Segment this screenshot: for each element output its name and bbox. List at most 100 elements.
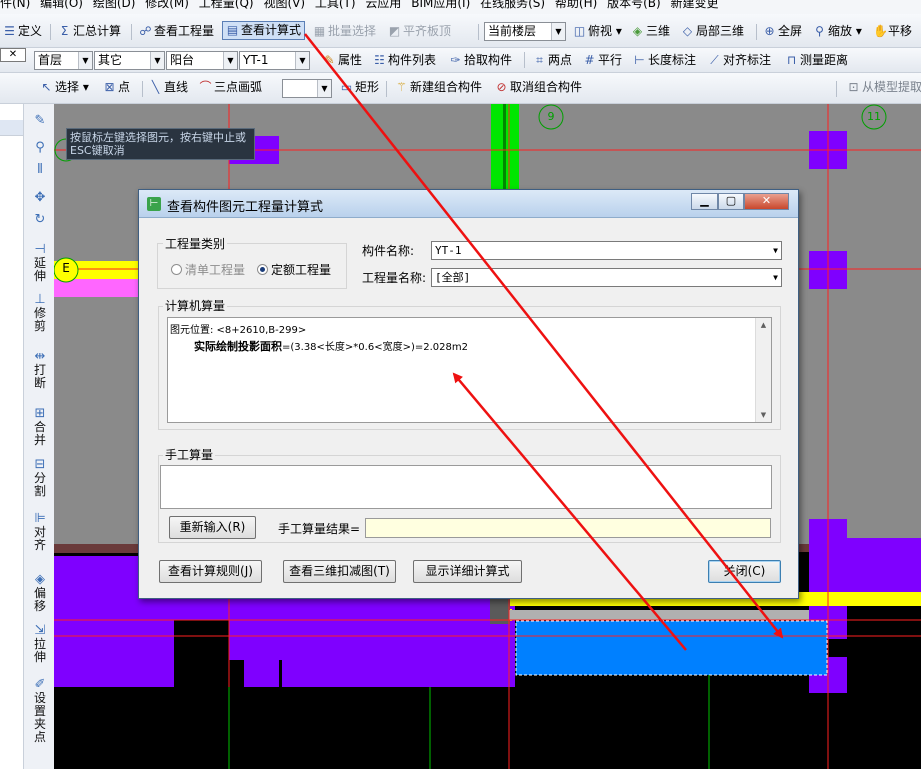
- floor-combo[interactable]: 当前楼层 ▼: [484, 22, 566, 41]
- manual-result-field[interactable]: [365, 518, 771, 538]
- view-rules-button[interactable]: 查看计算规则(J): [159, 560, 262, 583]
- left-tool-6[interactable]: ⊥ 修剪: [28, 293, 52, 333]
- batch-select-button[interactable]: ▦ 批量选择: [310, 22, 379, 41]
- arc3-button[interactable]: ⌒ 三点画弧: [196, 78, 265, 97]
- show-detail-button[interactable]: 显示详细计算式: [413, 560, 522, 583]
- menu-edit[interactable]: 编辑(O): [40, 0, 83, 10]
- category-select[interactable]: 其它 ▼: [94, 51, 165, 70]
- local-3d-button[interactable]: ◇ 局部三维: [678, 22, 747, 41]
- view-3d-deduct-button[interactable]: 查看三维扣减图(T): [283, 560, 396, 583]
- measure-label: 测量距离: [800, 53, 849, 67]
- left-tool-9[interactable]: ⊟ 分割: [28, 458, 52, 498]
- zoom-button[interactable]: ⚲ 缩放 ▾: [810, 22, 865, 41]
- arc-mode-select[interactable]: ▼: [282, 79, 332, 98]
- scrollbar[interactable]: ▲ ▼: [755, 318, 771, 422]
- close-window-button[interactable]: ✕: [744, 193, 789, 210]
- radio-quota-quantity[interactable]: 定额工程量: [257, 261, 331, 278]
- new-group-icon: ⚚: [396, 80, 407, 94]
- type-select[interactable]: 阳台 ▼: [166, 51, 238, 70]
- menu-version[interactable]: 版本号(B): [607, 0, 661, 10]
- view-formula-button[interactable]: ▤ 查看计算式: [222, 21, 306, 40]
- new-group-button[interactable]: ⚚ 新建组合构件: [392, 78, 485, 97]
- line-icon: ╲: [151, 80, 160, 94]
- line-button[interactable]: ╲ 直线: [146, 78, 191, 97]
- extract-model-button[interactable]: ⊡ 从模型提取: [844, 78, 921, 97]
- left-tool-10[interactable]: ⊫ 对齐: [28, 512, 52, 552]
- eyedropper-icon: ✑: [450, 53, 461, 67]
- left-tool-2[interactable]: ⫴: [28, 163, 52, 177]
- align-dim-button[interactable]: ⟋ 对齐标注: [705, 51, 774, 70]
- member-name-combo[interactable]: YT-1 ▼: [431, 241, 782, 260]
- menu-bim[interactable]: BIM应用(I): [411, 0, 470, 10]
- member-select[interactable]: YT-1 ▼: [239, 51, 310, 70]
- top-view-button[interactable]: ◫ 俯视 ▾: [570, 22, 625, 41]
- left-tool-8[interactable]: ⊞ 合并: [28, 407, 52, 447]
- pick-member-button[interactable]: ✑ 拾取构件: [446, 51, 515, 70]
- point-button[interactable]: ⊠ 点: [100, 78, 133, 97]
- left-tool-3[interactable]: ✥: [28, 191, 52, 205]
- view-3d-label: 三维: [646, 24, 671, 38]
- align-slab-button[interactable]: ◩ 平齐板顶: [385, 22, 454, 41]
- menu-tools[interactable]: 工具(T): [315, 0, 356, 10]
- left-tool-5[interactable]: ⊣ 延伸: [28, 243, 52, 283]
- menu-file[interactable]: 件(N): [0, 0, 30, 10]
- menu-modify[interactable]: 修改(M): [145, 0, 189, 10]
- parallel-button[interactable]: # 平行: [580, 51, 625, 70]
- properties-icon: ✎: [324, 53, 335, 67]
- computer-calc-textbox[interactable]: 图元位置: <8+2610,B-299> 实际绘制投影面积=(3.38<长度>*…: [167, 317, 772, 423]
- scroll-up-icon[interactable]: ▲: [756, 318, 771, 332]
- menu-help[interactable]: 帮助(H): [555, 0, 597, 10]
- left-tool-13[interactable]: ✐ 设置夹点: [28, 678, 52, 744]
- sum-button[interactable]: Σ 汇总计算: [55, 22, 124, 41]
- close-button[interactable]: 关闭(C): [708, 560, 781, 583]
- left-tool-label: 分割: [33, 471, 46, 498]
- toolbar-main: ☰ 定义 Σ 汇总计算 ☍ 查看工程量 ▤ 查看计算式 ▦ 批量选择 ◩ 平齐板顶 当前楼层…: [0, 14, 921, 48]
- left-tool-12[interactable]: ⇲ 拉伸: [28, 624, 52, 664]
- left-tool-0[interactable]: ✎: [28, 114, 52, 128]
- calc-formula-expr: =(3.38<长度>*0.6<宽度>)=2.028m2: [282, 342, 468, 353]
- member-list-button[interactable]: ☷ 构件列表: [370, 51, 439, 70]
- properties-button[interactable]: ✎ 属性: [320, 51, 365, 70]
- minimize-button[interactable]: ▁: [691, 193, 718, 210]
- menu-new-change[interactable]: 新建变更: [671, 0, 719, 10]
- two-points-button[interactable]: ⌗ 两点: [530, 51, 575, 70]
- view-3d-button[interactable]: ◈ 三维: [628, 22, 673, 41]
- axis-11-label: 11: [867, 110, 881, 123]
- menu-online[interactable]: 在线服务(S): [480, 0, 545, 10]
- zoom-label: 缩放: [828, 24, 853, 38]
- view-quantity-button[interactable]: ☍ 查看工程量: [136, 22, 217, 41]
- calc-formula-name: 实际绘制投影面积: [194, 340, 282, 353]
- zoom-icon: ⚲: [815, 24, 824, 38]
- reinput-button[interactable]: 重新输入(R): [169, 516, 256, 539]
- cancel-group-button[interactable]: ⊘ 取消组合构件: [492, 78, 585, 97]
- manual-calc-textbox[interactable]: [160, 465, 772, 509]
- cube-icon: ◈: [632, 24, 643, 38]
- rect-button[interactable]: ▭ 矩形: [337, 78, 382, 97]
- left-tool-11[interactable]: ◈ 偏移: [28, 573, 52, 613]
- menu-view[interactable]: 视图(V): [263, 0, 305, 10]
- menu-quantity[interactable]: 工程量(Q): [199, 0, 254, 10]
- maximize-button[interactable]: ▢: [718, 193, 744, 210]
- batch-select-icon: ▦: [313, 24, 326, 38]
- define-button[interactable]: ☰ 定义: [0, 22, 45, 41]
- scroll-down-icon[interactable]: ▼: [756, 408, 771, 422]
- left-tool-7[interactable]: ⇹ 打断: [28, 350, 52, 390]
- qty-name-combo[interactable]: [全部] ▼: [431, 268, 782, 287]
- dim-length-button[interactable]: ⊢ 长度标注: [630, 51, 699, 70]
- radio-list-quantity[interactable]: 清单工程量: [171, 261, 245, 278]
- left-tool-1[interactable]: ⚲: [28, 141, 52, 155]
- chevron-down-icon: ▼: [551, 23, 565, 40]
- wall-segment: [282, 620, 515, 687]
- pan-button[interactable]: ✋平移: [870, 22, 915, 41]
- menu-cloud[interactable]: 云应用: [365, 0, 401, 10]
- floor-select[interactable]: 首层 ▼: [34, 51, 93, 70]
- fullscreen-button[interactable]: ⊕ 全屏: [760, 22, 805, 41]
- selected-balcony[interactable]: [515, 620, 828, 676]
- left-tool-4[interactable]: ↻: [28, 213, 52, 227]
- menu-draw[interactable]: 绘图(D): [93, 0, 136, 10]
- dialog-titlebar[interactable]: ⊢ 查看构件图元工程量计算式 ▁ ▢ ✕: [139, 190, 798, 218]
- select-button[interactable]: ↖ 选择 ▾: [37, 78, 92, 97]
- view-formula-label: 查看计算式: [241, 23, 302, 37]
- close-icon[interactable]: ✕: [0, 48, 26, 62]
- measure-button[interactable]: ⊓ 测量距离: [782, 51, 851, 70]
